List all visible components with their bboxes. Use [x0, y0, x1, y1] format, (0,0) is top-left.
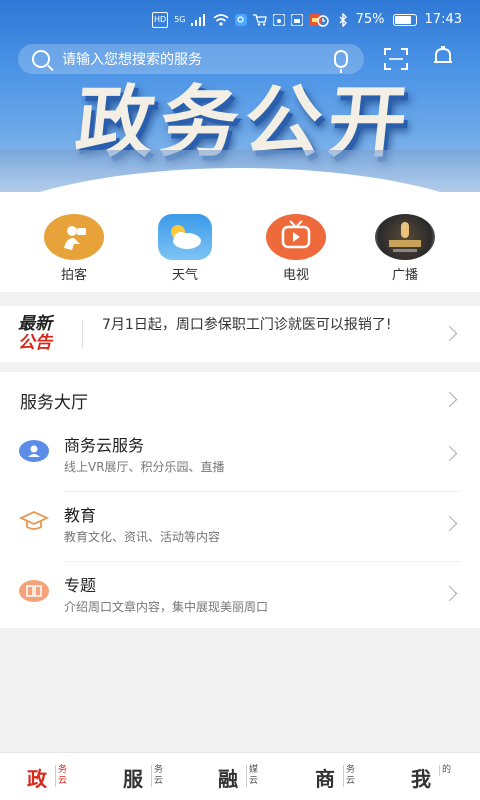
service-hall: 服务大厅 商务云服务 线上VR展厅、积分乐园、直播 教育 教育文化、资讯、活动等…	[0, 372, 480, 628]
book-icon	[19, 580, 49, 602]
cart-icon	[253, 14, 268, 26]
quick-link-weather[interactable]: 天气	[145, 214, 225, 283]
battery-icon	[392, 13, 417, 26]
service-item-title: 专题	[64, 576, 97, 595]
tab-label: 我	[411, 767, 431, 791]
camera-person-icon	[44, 214, 104, 260]
service-item-commerce-cloud[interactable]: 商务云服务 线上VR展厅、积分乐园、直播	[0, 422, 480, 492]
quick-link-tv[interactable]: 电视	[256, 214, 336, 283]
quick-link-radio[interactable]: 广播	[365, 214, 445, 283]
chevron-right-icon	[441, 585, 458, 602]
chevron-right-icon	[441, 515, 458, 532]
status-right: 75% 17:43	[316, 12, 462, 27]
chevron-right-icon	[441, 445, 458, 462]
tv-icon	[266, 214, 326, 260]
tab-sublabel: 务云	[343, 765, 355, 787]
tab-me[interactable]: 我 的	[411, 763, 471, 793]
tab-business-cloud[interactable]: 商 务云	[315, 763, 375, 793]
notice-logo-line2: 公告	[18, 333, 52, 353]
service-item-subtitle: 教育文化、资讯、活动等内容	[64, 530, 221, 544]
quick-link-label: 电视	[282, 268, 309, 283]
microphone-icon	[375, 214, 435, 260]
notice-bar[interactable]: 最新 公告 7月1日起，周口参保职工门诊就医可以报销了!	[0, 306, 480, 362]
divider	[82, 320, 83, 348]
tab-service-cloud[interactable]: 服 务云	[123, 763, 183, 793]
alarm-icon	[316, 14, 329, 27]
service-item-topics[interactable]: 专题 介绍周口文章内容，集中展现美丽周口	[0, 562, 480, 632]
graduation-cap-icon	[18, 510, 50, 532]
search-input[interactable]: 请输入您想搜索的服务	[62, 49, 334, 69]
notice-text[interactable]: 7月1日起，周口参保职工门诊就医可以报销了!	[102, 316, 422, 335]
service-hall-title: 服务大厅	[20, 393, 88, 413]
chevron-right-icon[interactable]	[441, 391, 458, 408]
notice-logo-line1: 最新	[18, 314, 52, 334]
service-item-subtitle: 线上VR展厅、积分乐园、直播	[64, 460, 225, 474]
service-item-subtitle: 介绍周口文章内容，集中展现美丽周口	[64, 600, 269, 614]
user-card-icon	[19, 440, 49, 462]
cloud-sun-icon	[158, 214, 212, 260]
hd-icon: HD	[152, 12, 169, 28]
tab-media-cloud[interactable]: 融 媒云	[218, 763, 278, 793]
notice-logo: 最新 公告	[18, 315, 68, 353]
microphone-icon[interactable]	[334, 50, 348, 73]
bluetooth-icon	[339, 12, 347, 27]
scan-icon[interactable]	[384, 48, 408, 70]
tab-label: 融	[218, 767, 238, 791]
service-item-education[interactable]: 教育 教育文化、资讯、活动等内容	[0, 492, 480, 562]
bottom-nav: 政 务云 服 务云 融 媒云 商 务云 我 的	[0, 752, 480, 800]
search-icon	[32, 50, 50, 68]
quick-links: 拍客 天气 电视 广播	[0, 192, 480, 292]
signal-icon	[191, 14, 206, 26]
app-icon	[291, 14, 304, 26]
status-icons: HD 5G	[152, 12, 322, 28]
tab-government-cloud[interactable]: 政 务云	[27, 763, 87, 793]
clock: 17:43	[424, 12, 462, 27]
tab-sublabel: 媒云	[246, 765, 258, 787]
search-bar[interactable]: 请输入您想搜索的服务	[18, 44, 364, 74]
quick-link-label: 拍客	[60, 268, 87, 283]
tab-label: 服	[123, 767, 143, 791]
quick-link-label: 天气	[171, 268, 198, 283]
quick-link-paike[interactable]: 拍客	[34, 214, 114, 283]
tab-label: 商	[315, 767, 335, 791]
service-item-title: 商务云服务	[64, 436, 145, 455]
tab-sublabel: 的	[439, 765, 451, 776]
battery-percent: 75%	[355, 12, 385, 27]
tab-sublabel: 务云	[151, 765, 163, 787]
tab-label: 政	[27, 767, 47, 791]
chevron-right-icon	[441, 325, 458, 342]
status-bar: HD 5G 75% 17:43	[0, 0, 480, 40]
quick-link-label: 广播	[391, 268, 418, 283]
music-app-icon	[273, 14, 286, 26]
service-item-title: 教育	[64, 506, 97, 525]
wifi-icon	[213, 14, 230, 26]
bell-icon[interactable]	[433, 46, 453, 68]
network-type: 5G	[174, 15, 186, 24]
tab-sublabel: 务云	[55, 765, 67, 787]
search-app-icon	[235, 14, 248, 26]
